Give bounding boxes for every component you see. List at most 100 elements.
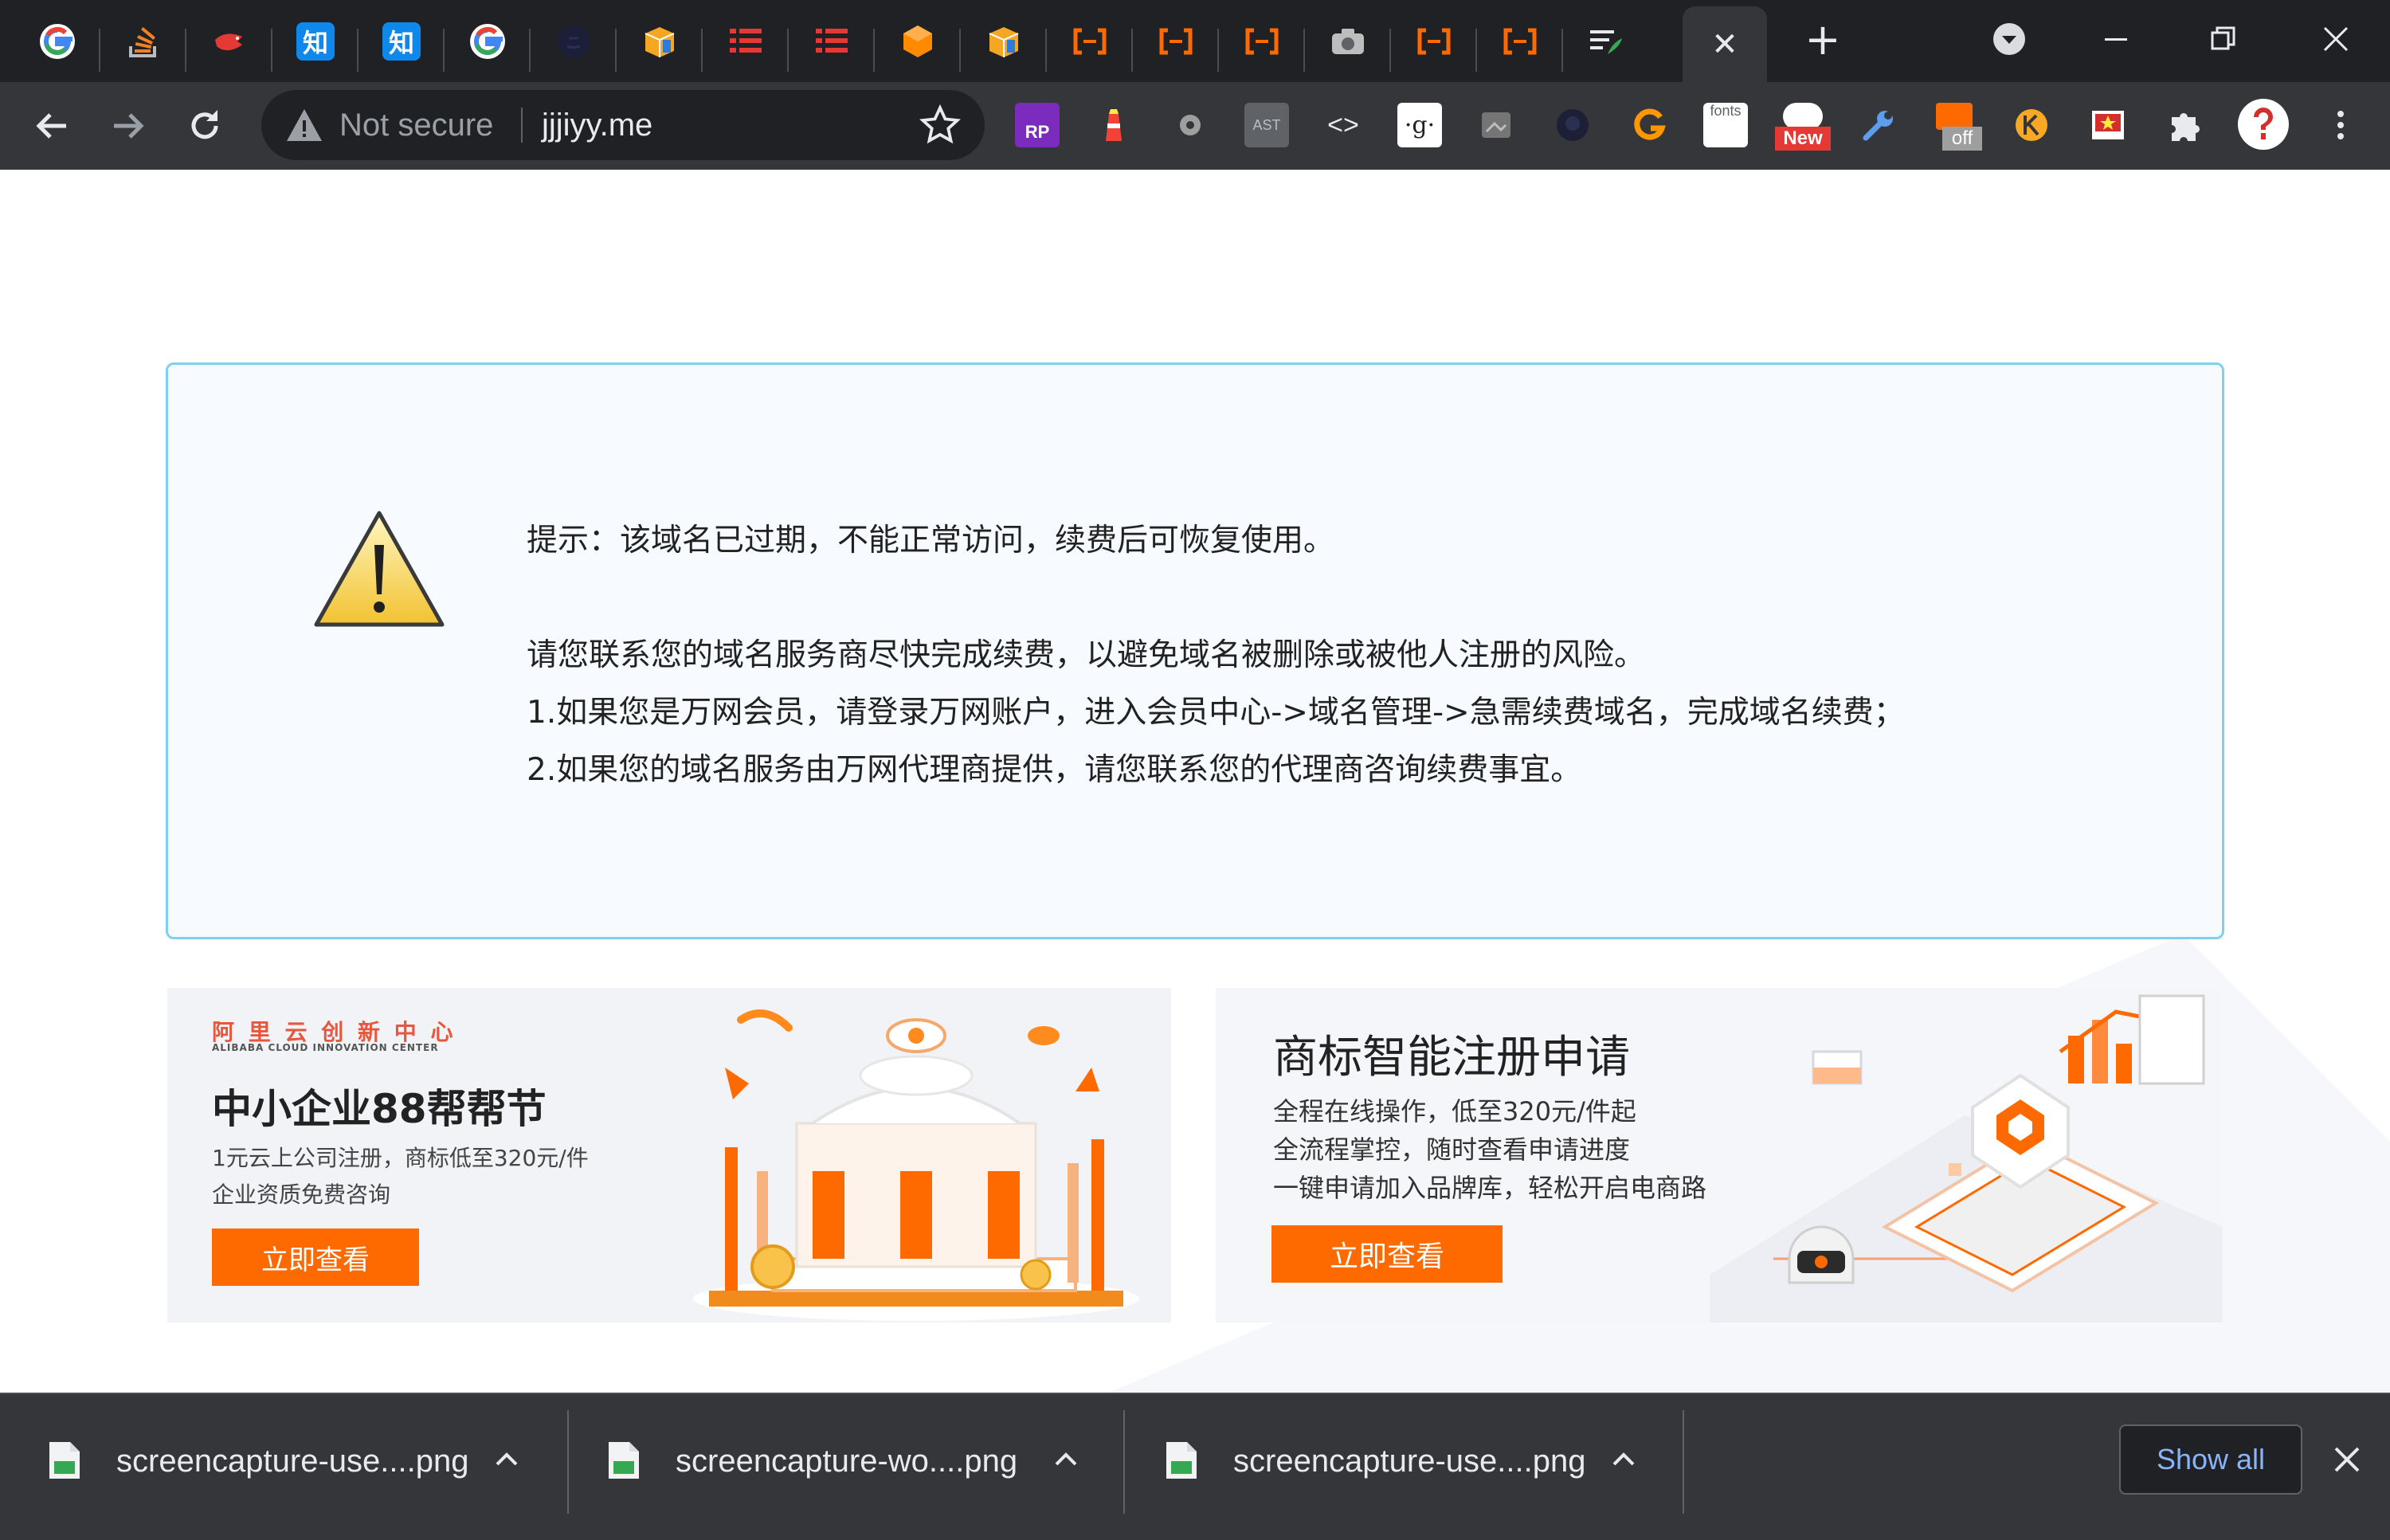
page-content: 提示：该域名已过期，不能正常访问，续费后可恢复使用。 请您联系您的域名服务商尽快… [0,170,2390,1393]
new-tab-button[interactable]: + [1789,11,1856,67]
puzzle-gear-extension[interactable] [1168,103,1213,147]
yellow-k-extension[interactable] [2009,103,2054,147]
close-icon[interactable] [2325,1437,2369,1482]
innovation-center-banner[interactable]: 阿 里 云 创 新 中 心 ALIBABA CLOUD INNOVATION C… [167,988,1171,1323]
bracket-icon [1159,28,1193,55]
back-button[interactable] [24,98,80,154]
restore-icon [2211,26,2235,50]
image-file-icon [609,1442,639,1479]
notice-line: 1.如果您是万网会员，请登录万网账户，进入会员中心->域名管理->急需续费域名，… [527,695,1905,731]
orange-box-icon [645,27,675,57]
download-filename: screencapture-wo....png [676,1444,1018,1479]
close-tab-icon[interactable]: ✕ [1711,29,1738,61]
tab-github[interactable] [531,11,617,72]
stackoverflow-icon [129,27,156,57]
banner-title: 商标智能注册申请 [1273,1032,1630,1083]
tab-bracket[interactable] [1133,11,1219,72]
new-badge-bg [1783,103,1823,130]
tab-strip: 知 知 ✕ + [0,0,2390,82]
notice-line: 请您联系您的域名服务商尽快完成续费，以避免域名被删除或被他人注册的风险。 [527,637,1646,673]
ast-extension[interactable]: AST [1244,103,1289,147]
feather-list-icon [1590,30,1622,54]
download-item[interactable]: screencapture-use....png [1117,1412,1675,1514]
lighthouse-extension[interactable] [1091,103,1136,147]
red-star-extension[interactable] [2086,103,2130,147]
screenshot-extension[interactable] [1474,103,1518,147]
orange-cube-icon [903,25,932,57]
tab-zhihu[interactable]: 知 [272,11,358,72]
tab-bracket[interactable] [1047,11,1133,72]
code-extension[interactable]: <> [1321,103,1365,147]
github-extension[interactable] [1550,103,1595,147]
close-icon [2323,26,2349,52]
tab-red-bird[interactable] [186,11,272,72]
bookmark-star-icon[interactable] [919,104,961,146]
notice-spacer [527,570,1905,627]
security-label[interactable]: Not secure [339,108,493,143]
tab-bracket[interactable] [1477,11,1563,72]
rp-extension[interactable]: RP [1015,103,1060,147]
tab-orange-box[interactable] [961,11,1047,72]
extensions-menu-button[interactable] [2162,103,2207,147]
warning-triangle-icon [287,109,322,141]
banner-view-button[interactable]: 立即查看 [212,1228,419,1286]
reload-button[interactable] [177,98,233,154]
close-window-button[interactable] [2302,11,2369,67]
profile-avatar-icon [2238,99,2289,150]
code-icon: <> [1327,109,1359,140]
github-octocat-icon [1557,109,1589,141]
new-badge-extension[interactable]: New [1775,103,1831,151]
tab-red-list[interactable] [703,11,789,72]
profile-button[interactable] [2237,98,2290,151]
orange-g-icon [1634,108,1666,140]
tab-zhihu[interactable]: 知 [358,11,445,72]
banner-title: 中小企业88帮帮节 [212,1086,547,1132]
trademark-registration-banner[interactable]: 商标智能注册申请 全程在线操作，低至320元/件起 全流程掌控，随时查看申请进度… [1216,988,2223,1323]
chevron-up-icon[interactable] [491,1444,523,1475]
forward-button[interactable] [100,98,156,154]
chevron-up-icon[interactable] [1050,1444,1082,1475]
banner-view-button[interactable]: 立即查看 [1271,1225,1503,1283]
restore-button[interactable] [2189,11,2256,67]
download-item[interactable]: screencapture-use....png [0,1412,558,1514]
tab-camera[interactable] [1305,11,1391,72]
g-extension[interactable]: ·g· [1397,103,1442,147]
banner-desc: 全程在线操作，低至320元/件起 [1273,1096,1636,1127]
tab-google[interactable] [445,11,531,72]
chevron-up-icon[interactable] [1608,1444,1640,1475]
download-item[interactable]: screencapture-wo....png [559,1412,1117,1514]
tab-orange-cube[interactable] [875,11,961,72]
download-shelf: screencapture-use....png screencapture-w… [0,1393,2390,1540]
minimize-button[interactable] [2082,11,2149,67]
tab-feather-list[interactable] [1563,11,1649,72]
browser-toolbar: Not secure jjjiyy.me RP AST <> ·g· fonts… [0,82,2390,170]
fonts-icon: fonts [1710,103,1742,119]
image-file-icon [1166,1442,1197,1479]
lighthouse-icon [1106,109,1122,141]
tab-red-list[interactable] [789,11,875,72]
trademark-illustration [1710,994,2223,1323]
banner-brand-en: ALIBABA CLOUD INNOVATION CENTER [212,1042,439,1053]
tab-search-button[interactable] [1976,11,2043,67]
address-bar[interactable]: Not secure jjjiyy.me [261,90,985,160]
fonts-extension[interactable]: fonts [1703,103,1748,147]
download-filename: screencapture-use....png [116,1444,469,1479]
tab-bracket[interactable] [1391,11,1477,72]
bracket-icon [1417,28,1451,55]
tab-bracket[interactable] [1219,11,1305,72]
show-all-downloads-button[interactable]: Show all [2119,1424,2302,1495]
url-text[interactable]: jjjiyy.me [542,108,652,143]
github-icon [558,25,590,57]
tab-google[interactable] [14,11,100,72]
rp-icon: RP [1025,122,1050,142]
zhihu-icon: 知 [296,22,335,61]
arrow-right-icon [114,113,144,139]
orange-g-extension[interactable] [1627,103,1671,147]
bracket-icon [1245,28,1279,55]
tab-active[interactable]: ✕ [1683,6,1767,82]
browser-menu-button[interactable] [2318,103,2363,147]
tab-stackoverflow[interactable] [100,11,186,72]
off-badge-extension[interactable]: off [1933,103,1982,151]
tab-orange-box[interactable] [617,11,703,72]
wrench-extension[interactable] [1856,103,1901,147]
